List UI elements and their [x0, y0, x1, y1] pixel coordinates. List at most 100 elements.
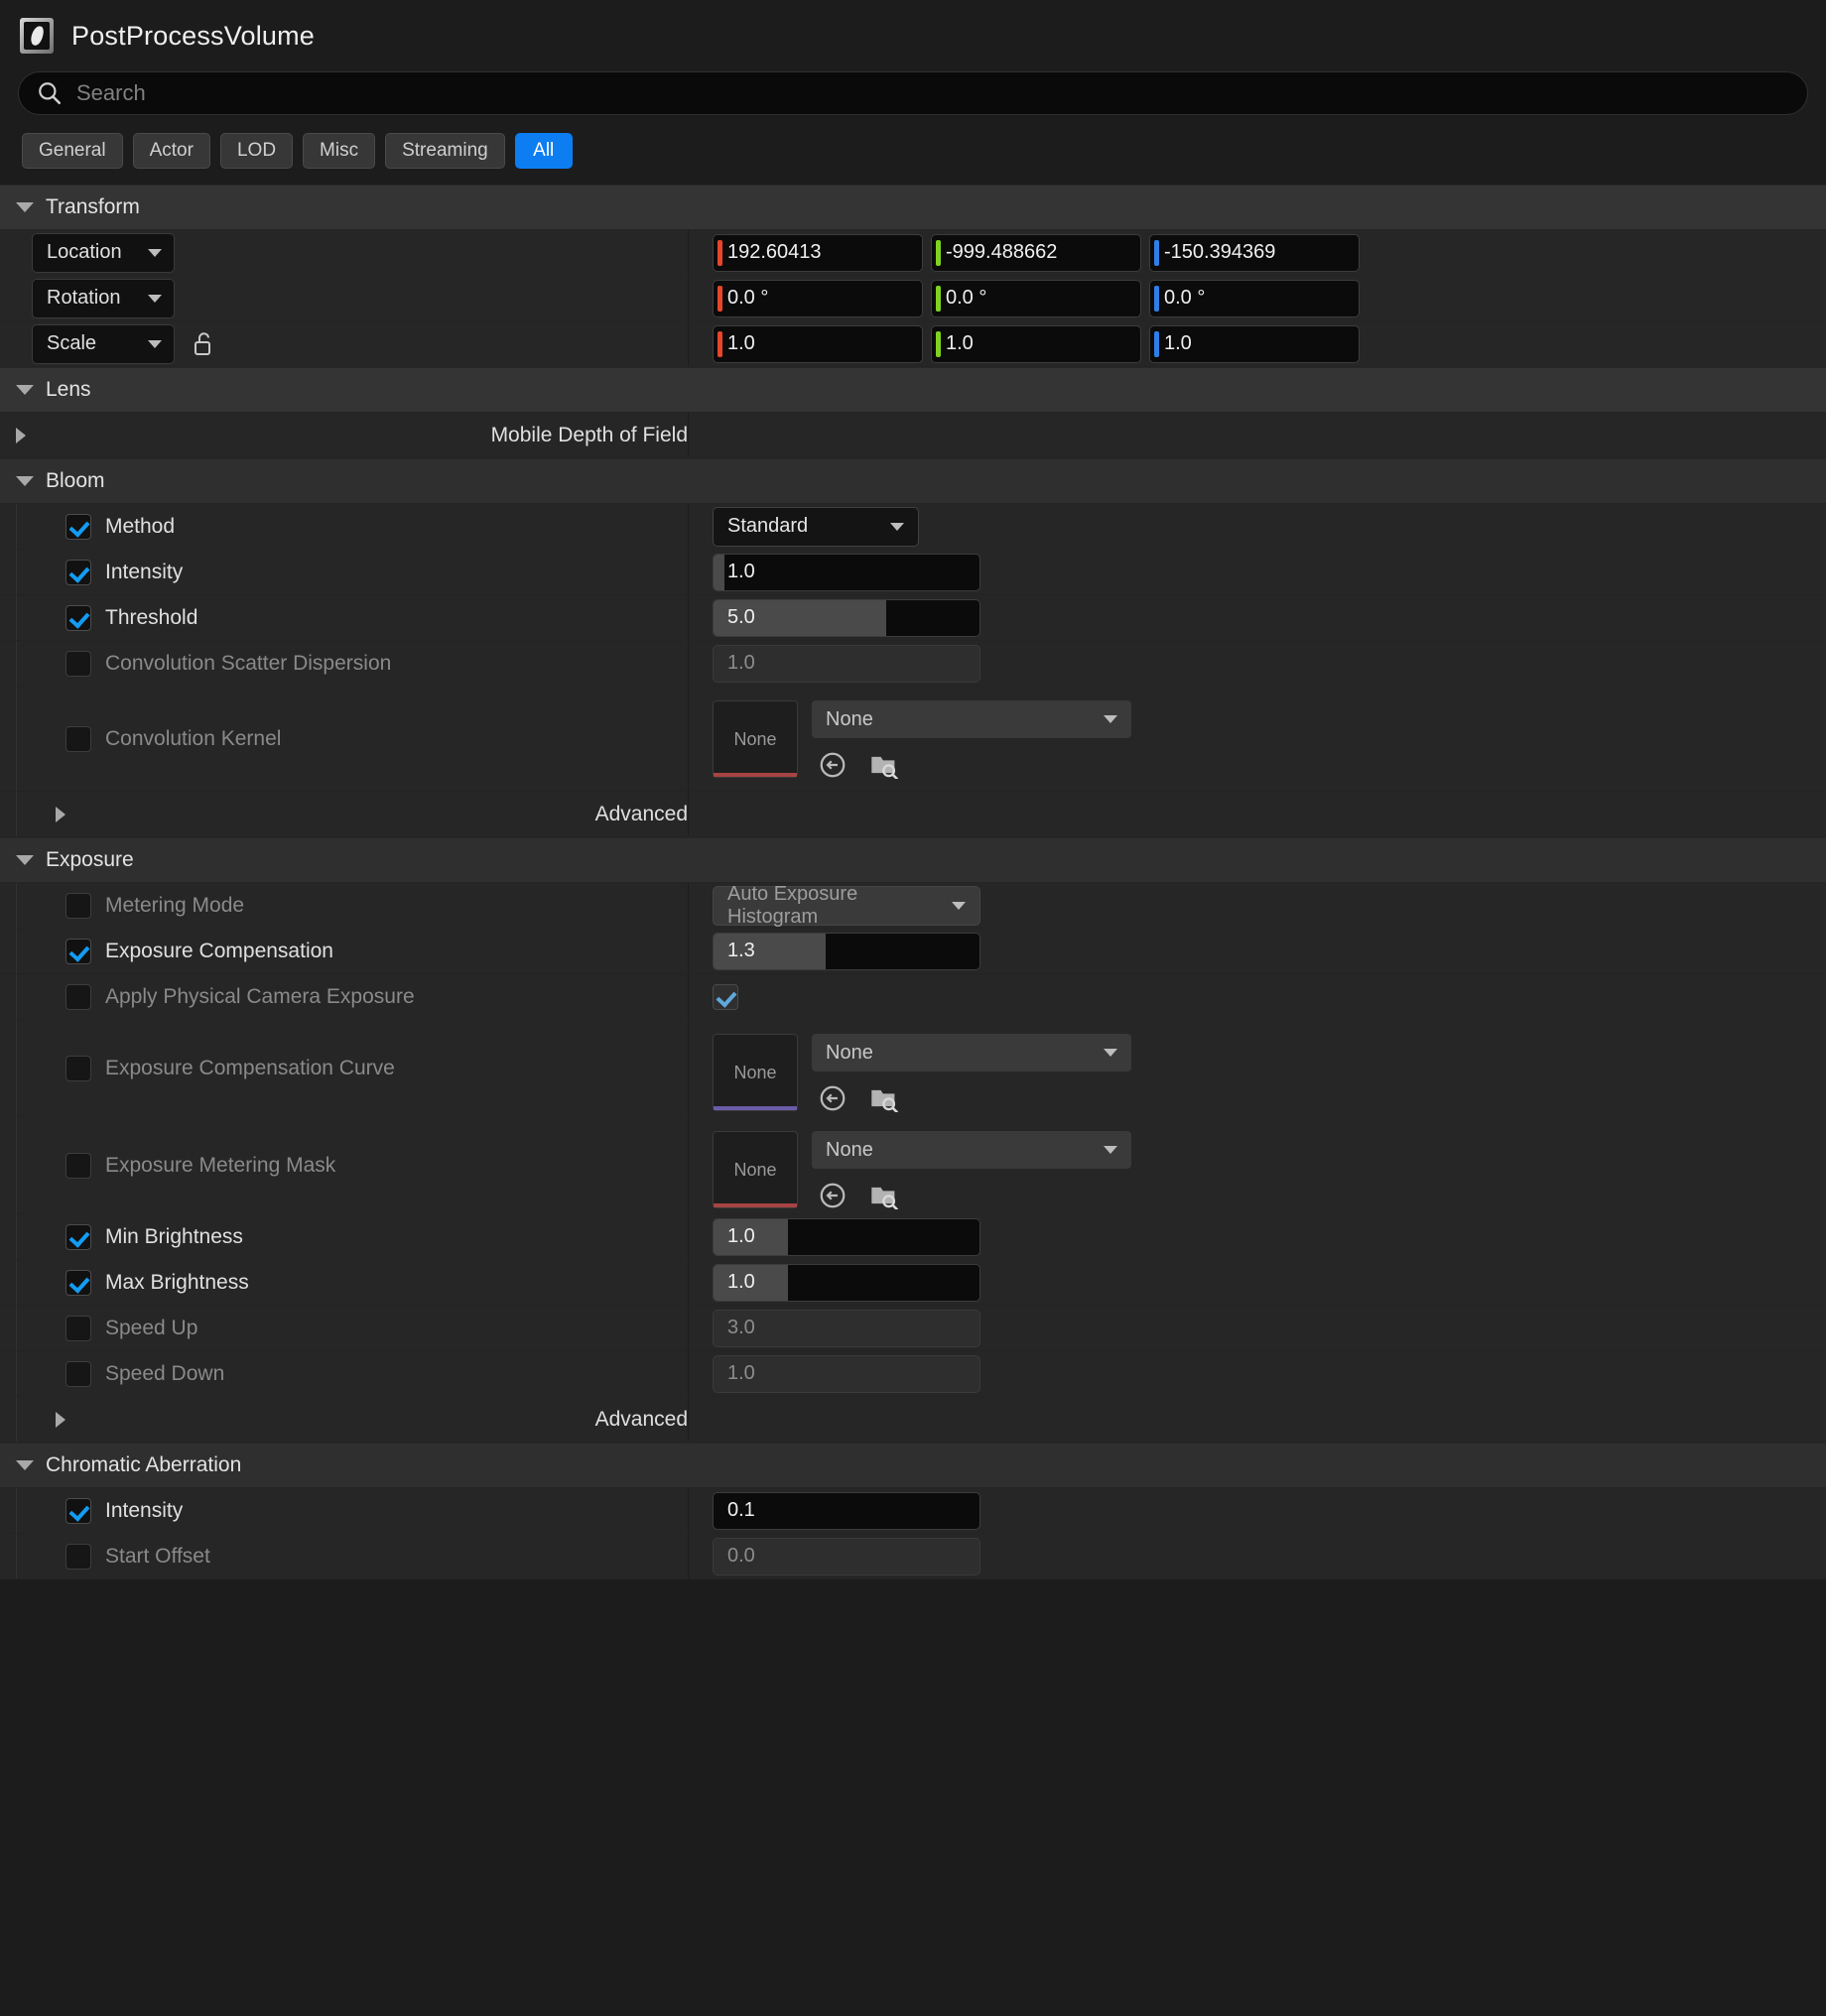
browse-asset-icon[interactable]	[867, 1081, 901, 1115]
tab-misc[interactable]: Misc	[303, 133, 376, 169]
exposure-compensation-curve-thumbnail[interactable]: None	[713, 1034, 798, 1111]
thumbnail-label: None	[733, 1062, 777, 1082]
scale-dropdown[interactable]: Scale	[32, 323, 175, 364]
location-dropdown[interactable]: Location	[32, 232, 175, 273]
chevron-right-icon	[56, 806, 582, 822]
scale-lock-icon[interactable]	[189, 329, 218, 359]
max-brightness-checkbox[interactable]	[65, 1269, 91, 1296]
exposure-metering-mask-checkbox[interactable]	[65, 1152, 91, 1179]
metering-mode-label: Metering Mode	[105, 893, 245, 917]
browse-asset-icon[interactable]	[867, 748, 901, 782]
category-label: Lens	[46, 378, 91, 401]
start-offset-label: Start Offset	[105, 1544, 210, 1568]
tab-all[interactable]: All	[514, 133, 573, 169]
search-bar-container: Search	[0, 71, 1826, 115]
scale-y-input[interactable]: 1.0	[931, 324, 1141, 363]
tab-actor[interactable]: Actor	[132, 133, 210, 169]
scale-x-value: 1.0	[727, 332, 755, 354]
axis-z-indicator	[1154, 285, 1159, 312]
exposure-compensation-checkbox[interactable]	[65, 938, 91, 964]
exposure-metering-mask-dropdown[interactable]: None	[812, 1131, 1131, 1169]
exposure-compensation-curve-dropdown[interactable]: None	[812, 1034, 1131, 1071]
category-chromatic-aberration[interactable]: Chromatic Aberration	[0, 1443, 1826, 1488]
bloom-advanced-label: Advanced	[594, 802, 688, 825]
property-list: Transform Location 192.60413 -999.488662…	[0, 185, 1826, 2016]
speed-up-input[interactable]: 3.0	[713, 1309, 980, 1347]
bloom-method-dropdown[interactable]: Standard	[713, 506, 919, 547]
rotation-z-input[interactable]: 0.0 °	[1149, 279, 1360, 317]
location-y-input[interactable]: -999.488662	[931, 233, 1141, 272]
scale-z-input[interactable]: 1.0	[1149, 324, 1360, 363]
convolution-scatter-checkbox[interactable]	[65, 650, 91, 677]
page-title: PostProcessVolume	[71, 20, 316, 51]
speed-down-input[interactable]: 1.0	[713, 1354, 980, 1393]
rotation-y-input[interactable]: 0.0 °	[931, 279, 1141, 317]
scale-x-input[interactable]: 1.0	[713, 324, 923, 363]
exposure-compensation-curve-checkbox[interactable]	[65, 1055, 91, 1081]
location-x-input[interactable]: 192.60413	[713, 233, 923, 272]
start-offset-input[interactable]: 0.0	[713, 1537, 980, 1575]
convolution-scatter-value: 1.0	[727, 652, 755, 674]
bloom-method-checkbox[interactable]	[65, 513, 91, 540]
apply-physical-camera-label: Apply Physical Camera Exposure	[105, 984, 415, 1008]
convolution-scatter-input[interactable]: 1.0	[713, 644, 980, 683]
chromatic-intensity-input[interactable]: 0.1	[713, 1491, 980, 1530]
max-brightness-input[interactable]: 1.0	[713, 1263, 980, 1302]
exposure-metering-mask-thumbnail[interactable]: None	[713, 1131, 798, 1208]
rotation-z-value: 0.0 °	[1164, 287, 1206, 309]
chevron-down-icon	[148, 339, 162, 348]
row-mobile-depth-of-field[interactable]: Mobile Depth of Field	[0, 413, 1826, 458]
apply-physical-camera-checkbox[interactable]	[65, 983, 91, 1010]
convolution-kernel-dropdown[interactable]: None	[812, 700, 1131, 738]
location-x-value: 192.60413	[727, 241, 822, 263]
asset-type-bar	[714, 773, 797, 777]
tab-lod[interactable]: LOD	[219, 133, 294, 169]
bloom-threshold-checkbox[interactable]	[65, 604, 91, 631]
bloom-intensity-checkbox[interactable]	[65, 559, 91, 585]
row-location: Location 192.60413 -999.488662 -150.3943…	[0, 230, 1826, 276]
tab-general[interactable]: General	[22, 133, 123, 169]
chromatic-intensity-checkbox[interactable]	[65, 1497, 91, 1524]
row-bloom-advanced[interactable]: Advanced	[0, 792, 1826, 837]
convolution-kernel-thumbnail[interactable]: None	[713, 700, 798, 778]
metering-mode-dropdown[interactable]: Auto Exposure Histogram	[713, 883, 980, 928]
category-lens[interactable]: Lens	[0, 367, 1826, 413]
exposure-compensation-input[interactable]: 1.3	[713, 932, 980, 970]
bloom-intensity-input[interactable]: 1.0	[713, 553, 980, 591]
use-selected-asset-icon[interactable]	[816, 1081, 849, 1115]
row-rotation: Rotation 0.0 ° 0.0 ° 0.0 °	[0, 276, 1826, 321]
axis-z-indicator	[1154, 330, 1159, 357]
min-brightness-checkbox[interactable]	[65, 1223, 91, 1250]
use-selected-asset-icon[interactable]	[816, 1179, 849, 1212]
search-input[interactable]: Search	[18, 71, 1808, 115]
speed-up-checkbox[interactable]	[65, 1315, 91, 1341]
category-exposure[interactable]: Exposure	[0, 837, 1826, 883]
location-y-value: -999.488662	[946, 241, 1058, 263]
tab-streaming[interactable]: Streaming	[385, 133, 505, 169]
scale-z-value: 1.0	[1164, 332, 1192, 354]
browse-asset-icon[interactable]	[867, 1179, 901, 1212]
axis-z-indicator	[1154, 239, 1159, 266]
use-selected-asset-icon[interactable]	[816, 748, 849, 782]
max-brightness-label: Max Brightness	[105, 1270, 249, 1294]
category-transform[interactable]: Transform	[0, 185, 1826, 230]
axis-x-indicator	[717, 330, 722, 357]
speed-down-label: Speed Down	[105, 1361, 225, 1385]
rotation-label: Rotation	[47, 287, 121, 309]
row-exposure-advanced[interactable]: Advanced	[0, 1397, 1826, 1443]
rotation-x-input[interactable]: 0.0 °	[713, 279, 923, 317]
chevron-down-icon	[16, 1460, 34, 1470]
rotation-dropdown[interactable]: Rotation	[32, 278, 175, 318]
start-offset-checkbox[interactable]	[65, 1543, 91, 1570]
min-brightness-input[interactable]: 1.0	[713, 1217, 980, 1256]
speed-down-checkbox[interactable]	[65, 1360, 91, 1387]
convolution-kernel-checkbox[interactable]	[65, 725, 91, 752]
rotation-x-value: 0.0 °	[727, 287, 769, 309]
category-bloom[interactable]: Bloom	[0, 458, 1826, 504]
metering-mode-checkbox[interactable]	[65, 892, 91, 919]
apply-physical-camera-value-checkbox[interactable]	[713, 983, 738, 1010]
speed-down-value: 1.0	[727, 1362, 755, 1384]
bloom-threshold-value: 5.0	[727, 606, 755, 628]
location-z-input[interactable]: -150.394369	[1149, 233, 1360, 272]
bloom-threshold-input[interactable]: 5.0	[713, 598, 980, 637]
